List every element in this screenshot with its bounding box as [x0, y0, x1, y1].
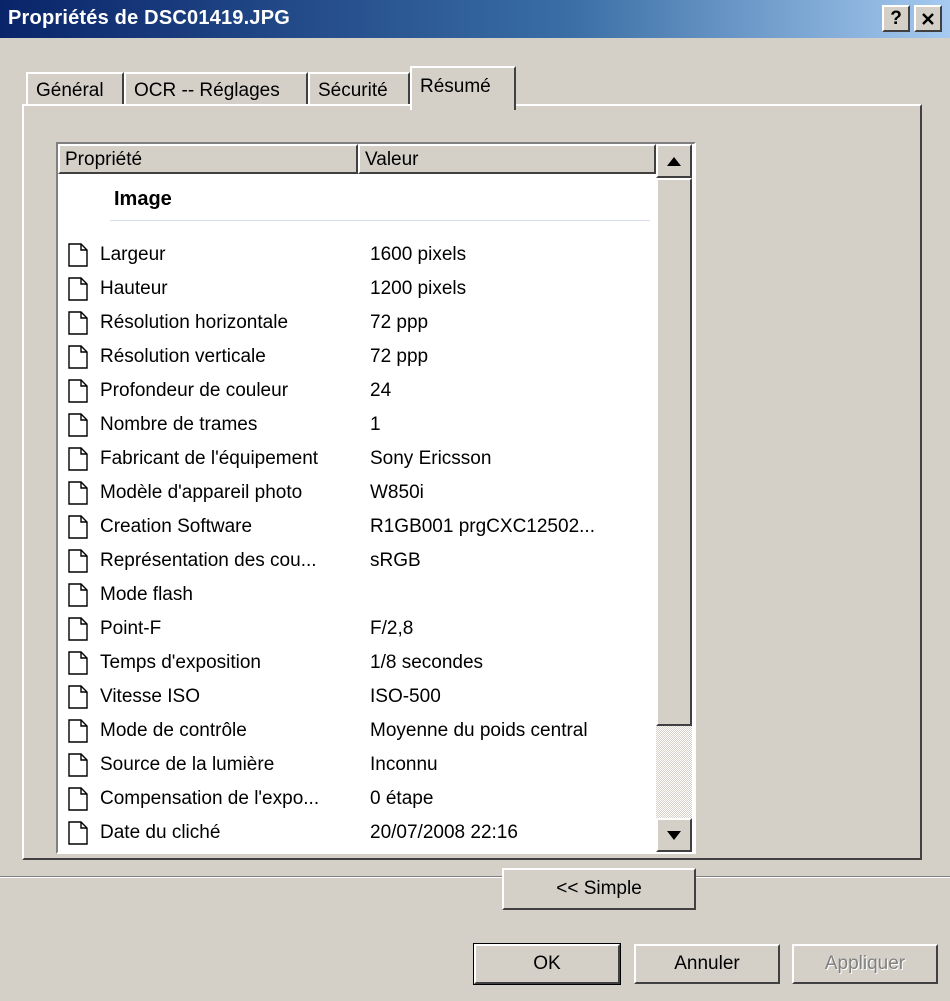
- document-icon: [68, 311, 88, 335]
- property-name: Point-F: [100, 618, 162, 639]
- tab-security[interactable]: Sécurité: [308, 72, 410, 106]
- property-value: 0 étape: [370, 788, 434, 809]
- properties-list[interactable]: Propriété Valeur Image Largeur 1600 pixel…: [56, 142, 696, 854]
- group-header: Image: [114, 188, 172, 210]
- vertical-scrollbar[interactable]: [656, 144, 692, 852]
- document-icon: [68, 787, 88, 811]
- document-icon: [68, 243, 88, 267]
- ok-button[interactable]: OK: [473, 943, 621, 985]
- table-row[interactable]: Hauteur 1200 pixels: [58, 272, 656, 306]
- document-icon: [68, 583, 88, 607]
- property-name: Résolution horizontale: [100, 312, 289, 333]
- table-row[interactable]: Modèle d'appareil photo W850i: [58, 476, 656, 510]
- table-row[interactable]: Fabricant de l'équipement Sony Ericsson: [58, 442, 656, 476]
- apply-button[interactable]: Appliquer: [792, 944, 938, 984]
- property-name: Mode de contrôle: [100, 720, 247, 741]
- table-row[interactable]: Date du cliché 20/07/2008 22:16: [58, 816, 656, 850]
- scroll-thumb[interactable]: [656, 178, 692, 726]
- table-row[interactable]: Point-F F/2,8: [58, 612, 656, 646]
- property-name: Source de la lumière: [100, 754, 275, 775]
- property-name: Mode flash: [100, 584, 193, 605]
- panel-divider: [0, 876, 950, 878]
- arrow-down-icon: [667, 830, 681, 840]
- table-row[interactable]: Représentation des cou... sRGB: [58, 544, 656, 578]
- title-bar[interactable]: Propriétés de DSC01419.JPG ?: [0, 0, 950, 38]
- property-name: Hauteur: [100, 278, 168, 299]
- document-icon: [68, 277, 88, 301]
- property-value: sRGB: [370, 550, 421, 571]
- table-row[interactable]: Mode flash: [58, 578, 656, 612]
- property-name: Temps d'exposition: [100, 652, 261, 673]
- tab-summary[interactable]: Résumé: [410, 66, 516, 110]
- list-header: Propriété Valeur: [58, 144, 656, 174]
- table-row[interactable]: Nombre de trames 1: [58, 408, 656, 442]
- property-value: 1: [370, 414, 381, 435]
- group-divider: [110, 220, 650, 221]
- document-icon: [68, 447, 88, 471]
- table-row[interactable]: Creation Software R1GB001 prgCXC12502...: [58, 510, 656, 544]
- property-name: Date du cliché: [100, 822, 221, 843]
- table-row[interactable]: Compensation de l'expo... 0 étape: [58, 782, 656, 816]
- document-icon: [68, 651, 88, 675]
- help-button[interactable]: ?: [882, 5, 910, 32]
- property-value: R1GB001 prgCXC12502...: [370, 516, 595, 537]
- document-icon: [68, 515, 88, 539]
- document-icon: [68, 821, 88, 845]
- cancel-button[interactable]: Annuler: [634, 944, 780, 984]
- table-row[interactable]: Temps d'exposition 1/8 secondes: [58, 646, 656, 680]
- arrow-up-icon: [667, 156, 681, 166]
- property-name: Creation Software: [100, 516, 253, 537]
- property-name: Largeur: [100, 244, 166, 265]
- table-row[interactable]: Profondeur de couleur 24: [58, 374, 656, 408]
- property-value: ISO-500: [370, 686, 441, 707]
- property-name: Modèle d'appareil photo: [100, 482, 303, 503]
- property-value: Moyenne du poids central: [370, 720, 588, 741]
- property-value: 1/8 secondes: [370, 652, 484, 673]
- property-value: 20/07/2008 22:16: [370, 822, 518, 843]
- document-icon: [68, 617, 88, 641]
- property-value: W850i: [370, 482, 424, 503]
- document-icon: [68, 345, 88, 369]
- property-value: 1200 pixels: [370, 278, 467, 299]
- property-name: Profondeur de couleur: [100, 380, 289, 401]
- property-value: 24: [370, 380, 392, 401]
- table-row[interactable]: Vitesse ISO ISO-500: [58, 680, 656, 714]
- scroll-down-button[interactable]: [656, 818, 692, 852]
- column-header-value[interactable]: Valeur: [358, 144, 656, 174]
- property-name: Résolution verticale: [100, 346, 266, 367]
- table-row[interactable]: Résolution horizontale 72 ppp: [58, 306, 656, 340]
- document-icon: [68, 753, 88, 777]
- close-icon: [922, 12, 934, 25]
- property-value: 1600 pixels: [370, 244, 467, 265]
- document-icon: [68, 719, 88, 743]
- document-icon: [68, 379, 88, 403]
- property-name: Représentation des cou...: [100, 550, 317, 571]
- property-value: Inconnu: [370, 754, 438, 775]
- table-row[interactable]: Résolution verticale 72 ppp: [58, 340, 656, 374]
- window-title: Propriétés de DSC01419.JPG: [8, 7, 290, 29]
- table-row[interactable]: Source de la lumière Inconnu: [58, 748, 656, 782]
- property-value: Sony Ericsson: [370, 448, 492, 469]
- document-icon: [68, 685, 88, 709]
- document-icon: [68, 481, 88, 505]
- table-row[interactable]: Largeur 1600 pixels: [58, 238, 656, 272]
- list-body: Image Largeur 1600 pixels Hauteur 1200 pixe…: [58, 174, 656, 852]
- document-icon: [68, 413, 88, 437]
- property-value: 72 ppp: [370, 346, 429, 367]
- tab-ocr-settings[interactable]: OCR -- Réglages: [124, 72, 308, 106]
- scroll-up-button[interactable]: [656, 144, 692, 178]
- column-header-property[interactable]: Propriété: [58, 144, 358, 174]
- document-icon: [68, 549, 88, 573]
- property-name: Fabricant de l'équipement: [100, 448, 319, 469]
- property-value: F/2,8: [370, 618, 414, 639]
- table-row[interactable]: Mode de contrôle Moyenne du poids central: [58, 714, 656, 748]
- tab-general[interactable]: Général: [26, 72, 124, 106]
- property-name: Nombre de trames: [100, 414, 258, 435]
- close-button[interactable]: [914, 5, 942, 32]
- property-value: 72 ppp: [370, 312, 429, 333]
- property-name: Compensation de l'expo...: [100, 788, 320, 809]
- property-name: Vitesse ISO: [100, 686, 200, 707]
- simple-view-button[interactable]: << Simple: [502, 868, 696, 910]
